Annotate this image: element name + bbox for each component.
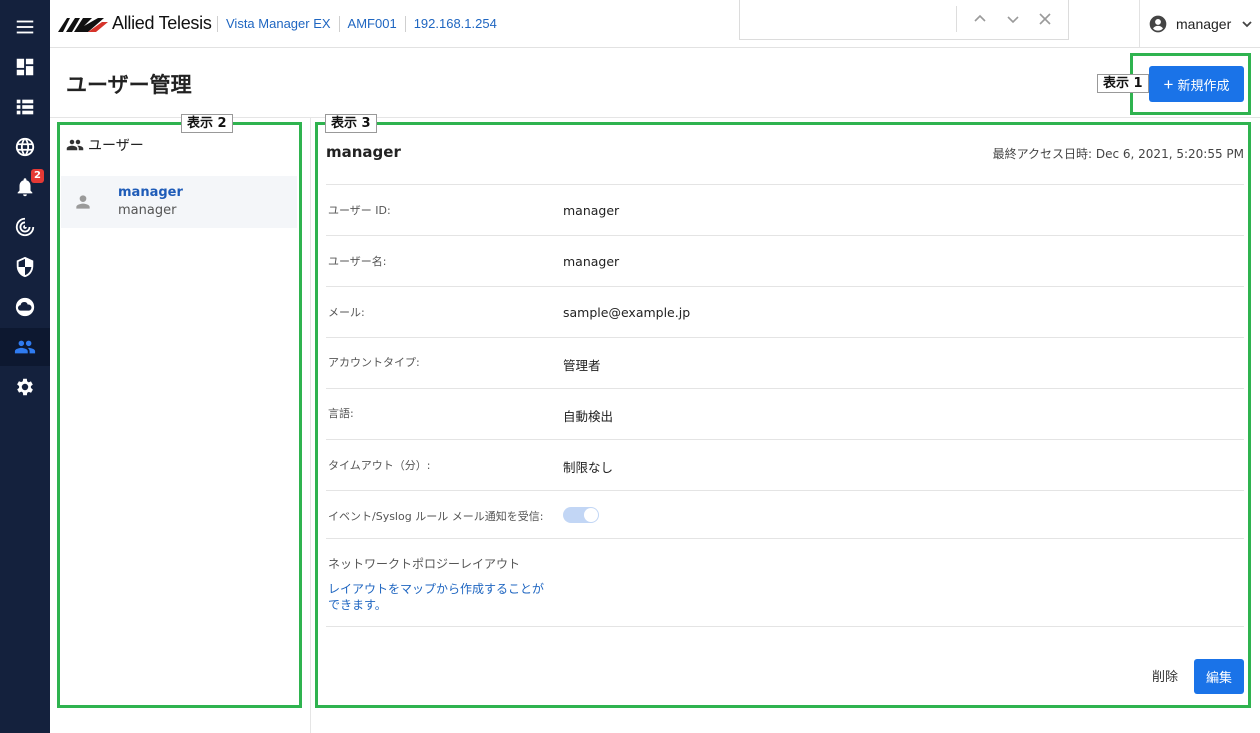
breadcrumb-ip[interactable]: 192.168.1.254 (404, 16, 505, 32)
breadcrumb: Vista Manager EX AMF001 192.168.1.254 (217, 16, 505, 32)
chevron-down-icon (1242, 21, 1252, 28)
list-icon[interactable] (0, 88, 50, 126)
radar-icon[interactable] (0, 208, 50, 246)
find-bar-divider (956, 6, 957, 32)
globe-icon[interactable] (0, 128, 50, 166)
breadcrumb-product[interactable]: Vista Manager EX (217, 16, 339, 32)
allied-telesis-logo-icon (58, 17, 108, 32)
annotation-box-3 (315, 122, 1251, 708)
close-icon[interactable] (1034, 8, 1056, 30)
users-nav-icon[interactable] (0, 328, 50, 366)
pane-divider (310, 118, 311, 733)
side-nav: 2 (0, 0, 50, 733)
gear-icon[interactable] (0, 368, 50, 406)
annotation-tag-3: 表示 3 (325, 114, 377, 133)
cloud-icon[interactable] (0, 288, 50, 326)
account-circle-icon (1149, 15, 1167, 33)
shield-icon[interactable] (0, 248, 50, 286)
brand-logo[interactable]: Allied Telesis (58, 13, 212, 34)
annotation-box-2 (57, 122, 302, 708)
user-menu[interactable]: manager (1148, 12, 1253, 36)
brand-name: Allied Telesis (112, 13, 212, 33)
annotation-tag-1: 表示 1 (1097, 74, 1149, 93)
user-menu-name: manager (1176, 16, 1232, 32)
find-bar[interactable] (739, 0, 1069, 40)
annotation-tag-2: 表示 2 (181, 114, 233, 133)
chevron-down-icon[interactable] (1002, 8, 1024, 30)
chevron-up-icon[interactable] (969, 8, 991, 30)
app: 2 Allied Telesis Vista Manager EX AMF001… (0, 0, 1260, 733)
top-header: Allied Telesis Vista Manager EX AMF001 1… (50, 0, 1260, 48)
alerts-nav-item[interactable]: 2 (0, 168, 50, 206)
header-divider (1139, 0, 1140, 47)
breadcrumb-amf[interactable]: AMF001 (338, 16, 405, 32)
alert-count-badge: 2 (31, 169, 44, 183)
menu-icon[interactable] (0, 8, 50, 46)
dashboard-icon[interactable] (0, 48, 50, 86)
page-title: ユーザー管理 (66, 73, 192, 97)
